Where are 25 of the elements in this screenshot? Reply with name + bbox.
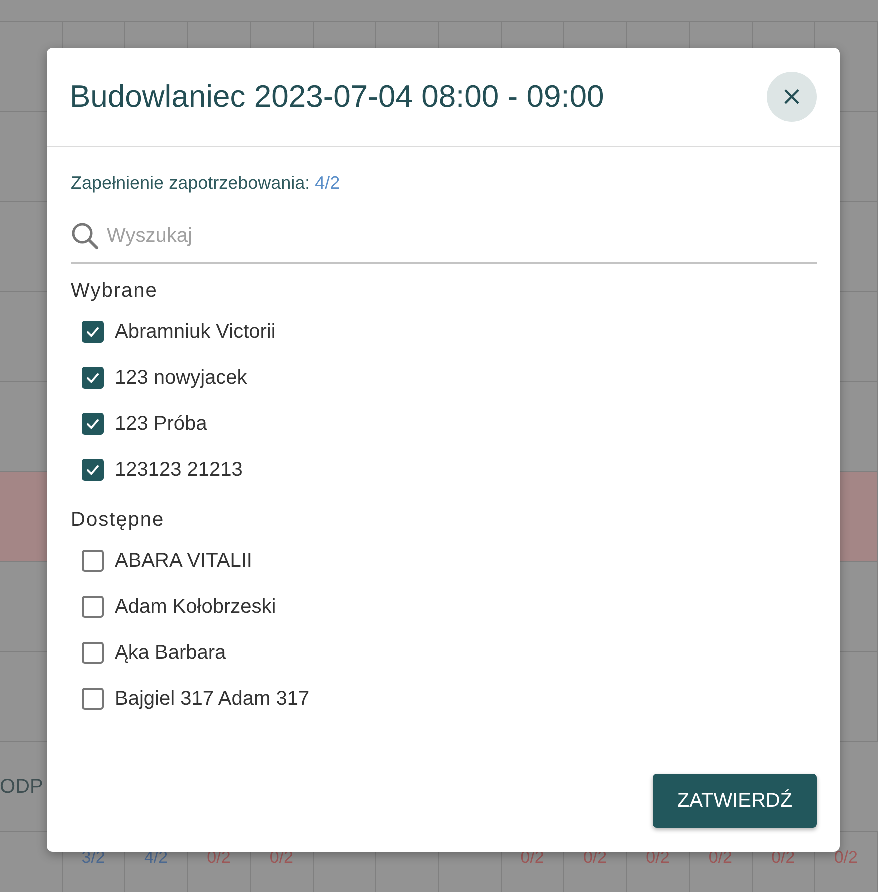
person-name: Abramniuk Victorii [115, 320, 276, 344]
section-label: ODP [0, 775, 44, 799]
checkbox[interactable] [82, 459, 104, 481]
group-heading: Wybrane [71, 280, 159, 303]
person-name: 123123 21213 [115, 458, 243, 482]
confirm-button[interactable]: ZATWIERDŹ [653, 774, 817, 828]
person-name: Ąka Barbara [115, 642, 226, 664]
person-name: 123 Próba [115, 412, 208, 436]
dialog-title: Budowlaniec 2023-07-04 08:00 - 09:00 [70, 79, 604, 115]
person-name: Bajgiel 317 Adam 317 [115, 688, 310, 710]
person-name: Adam Kołobrzeski [115, 596, 276, 618]
fill-status: Zapełnienie zapotrzebowania: 4/2 [71, 173, 342, 194]
checkbox[interactable] [82, 550, 104, 572]
person-name: ABARA VITALII [115, 550, 252, 572]
checkbox[interactable] [82, 688, 104, 710]
checkbox[interactable] [82, 596, 104, 618]
checkbox[interactable] [82, 321, 104, 343]
group-heading: Dostępne [71, 509, 166, 532]
checkbox[interactable] [82, 367, 104, 389]
count-text: 0/2 [834, 848, 858, 868]
close-button[interactable]: × [767, 72, 817, 122]
checkbox[interactable] [82, 413, 104, 435]
search-icon [71, 222, 99, 250]
person-name: 123 nowyjacek [115, 366, 248, 390]
checkbox[interactable] [82, 642, 104, 664]
